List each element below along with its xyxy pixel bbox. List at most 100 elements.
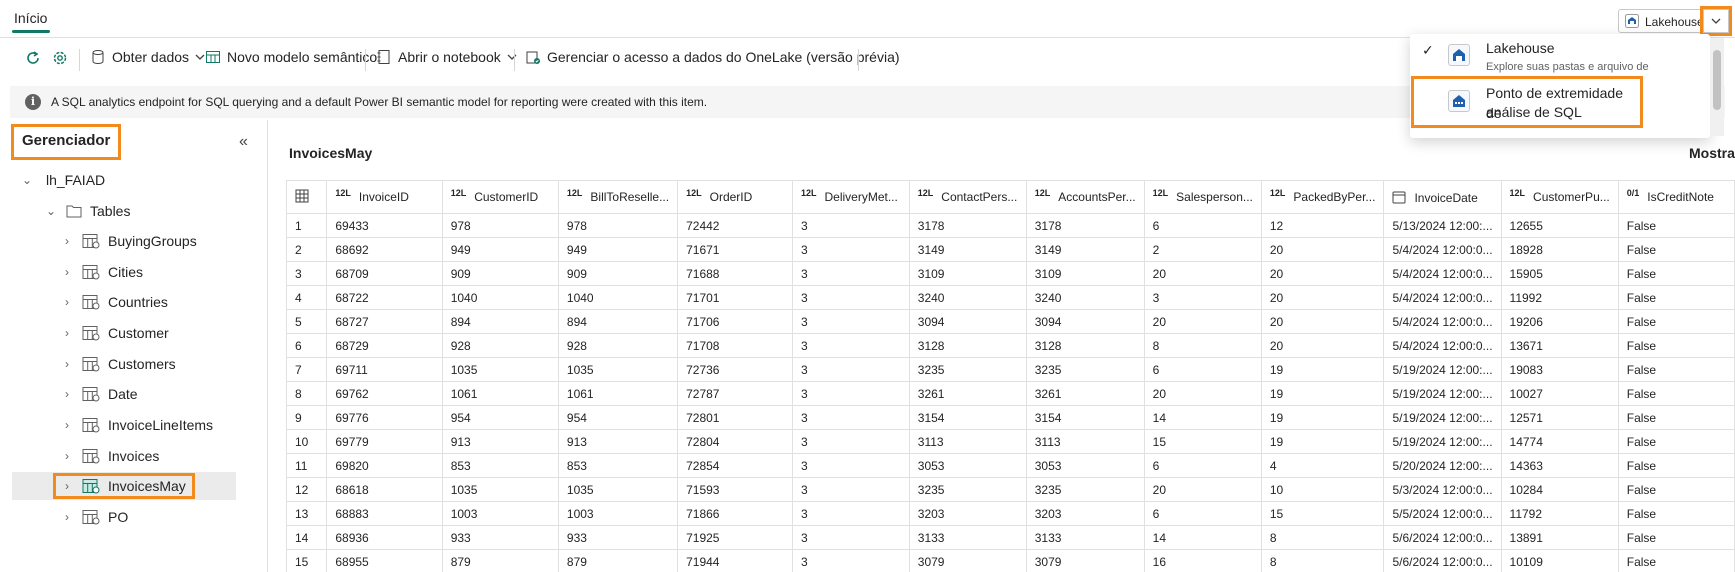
gear-icon [53, 51, 67, 65]
tree-table-label: Cities [108, 264, 144, 280]
table-cell: 5/6/2024 12:00:0... [1383, 549, 1502, 572]
table-row[interactable]: 8 69762 1061 1061 72787 3 3261 3261 20 19 5/19/202… [285, 381, 1735, 406]
column-header-label: ContactPers... [941, 190, 1018, 204]
table-row[interactable]: 15 68955 879 879 71944 3 3079 3079 16 8 5/6/2024 1… [285, 549, 1735, 572]
table-cell: 19 [1260, 405, 1385, 430]
table-row[interactable]: 2 68692 949 949 71671 3 3149 3149 2 20 5/4/2024 12… [285, 237, 1735, 262]
table-cell: 3079 [908, 549, 1027, 572]
table-cell: False [1617, 405, 1735, 430]
table-cell: False [1617, 381, 1735, 406]
table-cell: 949 [557, 237, 679, 262]
menu-item-lakehouse[interactable]: ✓ Lakehouse Explore suas pastas e arquiv… [1410, 34, 1710, 84]
table-icon [82, 357, 100, 372]
table-cell: 69779 [326, 429, 443, 454]
table-row[interactable]: 9 69776 954 954 72801 3 3154 3154 14 19 5/19/2024 … [285, 405, 1735, 430]
menu-item-sql-endpoint[interactable]: Ponto de extremidade de análise de SQL [1411, 76, 1643, 128]
manage-onelake-access-button[interactable]: Gerenciar o acesso a dados do OneLake (v… [525, 49, 900, 65]
tree-table-label: InvoiceLineItems [108, 417, 214, 433]
table-row[interactable]: 4 68722 1040 1040 71701 3 3240 3240 3 20 5/4/2024 … [285, 285, 1735, 310]
table-cell: 5/20/2024 12:00:... [1383, 453, 1502, 478]
table-row[interactable]: 14 68936 933 933 71925 3 3133 3133 14 8 5/6/2024 1… [285, 525, 1735, 550]
table-cell: 978 [557, 213, 679, 238]
column-header[interactable]: 12L InvoiceID [326, 180, 443, 214]
preview-right-label: Mostra [1689, 145, 1735, 161]
table-cell: 10284 [1500, 477, 1619, 502]
column-header[interactable]: InvoiceDate [1383, 180, 1502, 214]
table-cell: 3113 [1025, 429, 1145, 454]
table-cell: 19 [1260, 381, 1385, 406]
tree-table-item[interactable]: › Customer [60, 319, 169, 347]
collapse-pane-icon[interactable]: « [239, 133, 248, 151]
table-cell: 72804 [677, 429, 793, 454]
table-cell: 18928 [1500, 237, 1619, 262]
tree-table-item[interactable]: › Countries [60, 288, 168, 316]
tree-lakehouse-node[interactable]: ⌄ lh_FAIAD [20, 166, 105, 194]
column-header[interactable]: 12L ContactPers... [908, 180, 1027, 214]
table-row[interactable]: 5 68727 894 894 71706 3 3094 3094 20 20 5/4/2024 1… [285, 309, 1735, 334]
lakehouse-icon [1448, 44, 1470, 66]
tree-table-item[interactable]: › BuyingGroups [60, 227, 197, 255]
tables-folder-label: Tables [90, 203, 131, 219]
settings-button[interactable] [51, 49, 69, 67]
table-row[interactable]: 13 68883 1003 1003 71866 3 3203 3203 6 15 5/5/2024… [285, 501, 1735, 526]
table-cell: 5/4/2024 12:00:0... [1383, 261, 1502, 286]
tab-home[interactable]: Início [14, 10, 47, 26]
table-cell: 19 [1260, 357, 1385, 382]
table-icon [82, 479, 100, 494]
column-header[interactable]: 12L Salesperson... [1143, 180, 1262, 214]
mode-dropdown-button[interactable] [1700, 6, 1732, 36]
info-icon: i [25, 94, 41, 110]
column-header[interactable]: 12L CustomerPu... [1500, 180, 1619, 214]
table-cell: 1061 [557, 381, 679, 406]
table-cell: 69433 [326, 213, 443, 238]
column-header[interactable]: 12L AccountsPer... [1025, 180, 1145, 214]
table-cell: False [1617, 237, 1735, 262]
table-row[interactable]: 11 69820 853 853 72854 3 3053 3053 6 4 5/20/2024 1… [285, 453, 1735, 478]
table-cell: 3178 [908, 213, 1027, 238]
data-grid[interactable]: 12L InvoiceID 12L CustomerID 12L BillToResell… [285, 180, 1735, 572]
table-row[interactable]: 10 69779 913 913 72804 3 3113 3113 15 19 5/19/2024… [285, 429, 1735, 454]
select-all-cell[interactable] [285, 180, 328, 214]
table-row[interactable]: 12 68618 1035 1035 71593 3 3235 3235 20 10 5/3/202… [285, 477, 1735, 502]
new-semantic-model-label: Novo modelo semântico [227, 49, 378, 65]
new-semantic-model-button[interactable]: Novo modelo semântico [205, 49, 377, 65]
lakehouse-mode-switch[interactable]: Lakehouse [1618, 9, 1706, 33]
tree-table-item-content: › InvoiceLineItems [60, 417, 213, 433]
row-number-cell: 11 [285, 453, 328, 478]
column-header-label: OrderID [709, 190, 753, 204]
column-header[interactable]: 12L BillToReselle... [557, 180, 679, 214]
refresh-button[interactable] [24, 49, 42, 67]
column-type-icon: 12L [335, 188, 351, 198]
tree-tables-folder[interactable]: ⌄ Tables [44, 197, 131, 225]
column-header-label: PackedByPer... [1293, 190, 1376, 204]
get-data-button[interactable]: Obter dados [90, 49, 205, 65]
table-cell: 3094 [1025, 309, 1145, 334]
table-row[interactable]: 7 69711 1035 1035 72736 3 3235 3235 6 19 5/19/2024… [285, 357, 1735, 382]
open-notebook-button[interactable]: Abrir o notebook [376, 49, 517, 65]
dropdown-scrollbar[interactable] [1710, 38, 1724, 136]
table-row[interactable]: 3 68709 909 909 71688 3 3109 3109 20 20 5/4/2024 1… [285, 261, 1735, 286]
scrollbar-thumb[interactable] [1713, 50, 1721, 110]
tree-table-item[interactable]: › InvoicesMay [12, 472, 236, 500]
tree-table-item[interactable]: › Date [60, 380, 138, 408]
column-header[interactable]: 12L CustomerID [441, 180, 559, 214]
tree-table-item[interactable]: › Invoices [60, 442, 159, 470]
column-header[interactable]: 12L PackedByPer... [1260, 180, 1385, 214]
column-header[interactable]: 12L DeliveryMet... [791, 180, 910, 214]
table-cell: 3 [791, 549, 910, 572]
chevron-down-icon: ⌄ [21, 173, 33, 187]
ribbon-toolbar: Obter dados Novo modelo semântico Abrir … [10, 42, 1510, 76]
table-row[interactable]: 1 69433 978 978 72442 3 3178 3178 6 12 5/13/2024 1… [285, 213, 1735, 238]
table-cell: 69711 [326, 357, 443, 382]
calendar-icon [1392, 191, 1406, 203]
column-header[interactable]: 12L OrderID [677, 180, 793, 214]
tree-table-item[interactable]: › Cities [60, 258, 143, 286]
tree-table-item[interactable]: › InvoiceLineItems [60, 411, 213, 439]
table-row[interactable]: 6 68729 928 928 71708 3 3128 3128 8 20 5/4/2024 12… [285, 333, 1735, 358]
column-header[interactable]: 0/1 IsCreditNote [1617, 180, 1735, 214]
tree-table-item[interactable]: › Customers [60, 350, 176, 378]
tree-table-item-content: › Customer [60, 325, 169, 341]
table-model-icon [206, 51, 220, 63]
table-cell: 71688 [677, 261, 793, 286]
tree-table-item[interactable]: › PO [60, 503, 128, 531]
